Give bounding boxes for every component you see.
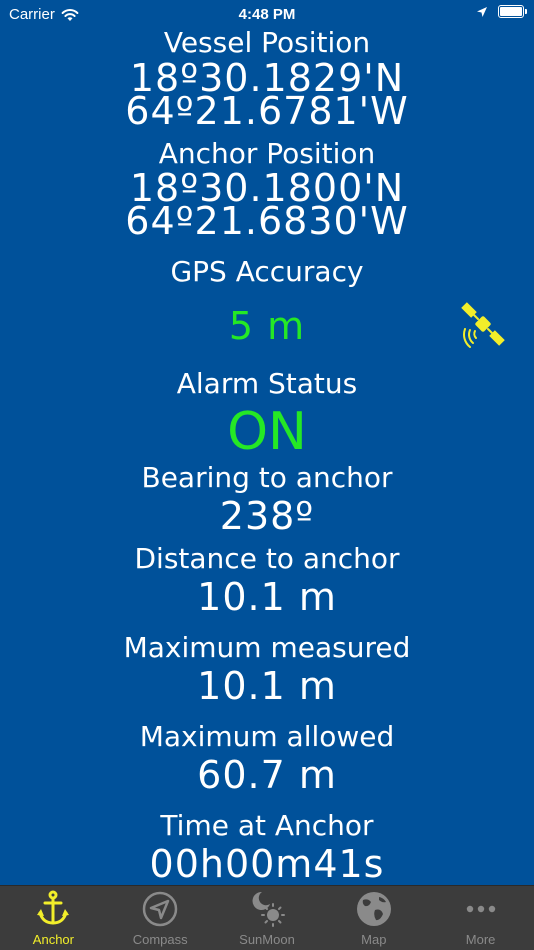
tab-anchor-label: Anchor	[32, 932, 74, 947]
vessel-position-label: Vessel Position	[163, 26, 371, 59]
time-at-anchor-value: 00h00m41s	[149, 842, 385, 886]
satellite-icon[interactable]	[459, 300, 507, 348]
tab-compass[interactable]: Compass	[107, 886, 214, 950]
distance-label: Distance to anchor	[134, 542, 400, 575]
compass-icon	[142, 891, 178, 927]
bearing-value: 238º	[219, 494, 315, 538]
distance-value: 10.1 m	[197, 575, 337, 619]
location-arrow-icon	[477, 6, 487, 17]
tab-bar: Anchor Compass SunMoon Map More	[0, 885, 534, 950]
tab-map-label: Map	[361, 932, 387, 947]
max-measured-value: 10.1 m	[197, 664, 337, 708]
globe-icon	[356, 892, 391, 926]
alarm-status-value[interactable]: ON	[0, 404, 534, 460]
alarm-status-label: Alarm Status	[176, 367, 358, 400]
clock: 4:48 PM	[238, 6, 296, 23]
gps-accuracy-value: 5 m	[228, 304, 306, 348]
tab-compass-label: Compass	[132, 932, 188, 947]
bearing-label: Bearing to anchor	[141, 461, 393, 494]
tab-sunmoon[interactable]: SunMoon	[214, 886, 321, 950]
tab-map[interactable]: Map	[320, 886, 427, 950]
max-allowed-label: Maximum allowed	[139, 720, 395, 753]
sun-moon-icon	[252, 891, 285, 927]
vessel-longitude: 64º21.6781'W	[125, 89, 409, 133]
tab-more[interactable]: More	[427, 886, 534, 950]
anchor-icon	[37, 890, 70, 925]
time-at-anchor-label: Time at Anchor	[160, 809, 374, 842]
tab-sunmoon-label: SunMoon	[239, 932, 295, 947]
tab-more-label: More	[465, 932, 496, 947]
anchor-longitude: 64º21.6830'W	[125, 199, 409, 243]
more-icon	[466, 905, 495, 913]
max-measured-label: Maximum measured	[123, 631, 411, 664]
gps-accuracy-label: GPS Accuracy	[170, 255, 364, 288]
tab-anchor[interactable]: Anchor	[0, 886, 107, 950]
max-allowed-value[interactable]: 60.7 m	[0, 755, 534, 795]
battery-icon	[498, 5, 527, 18]
